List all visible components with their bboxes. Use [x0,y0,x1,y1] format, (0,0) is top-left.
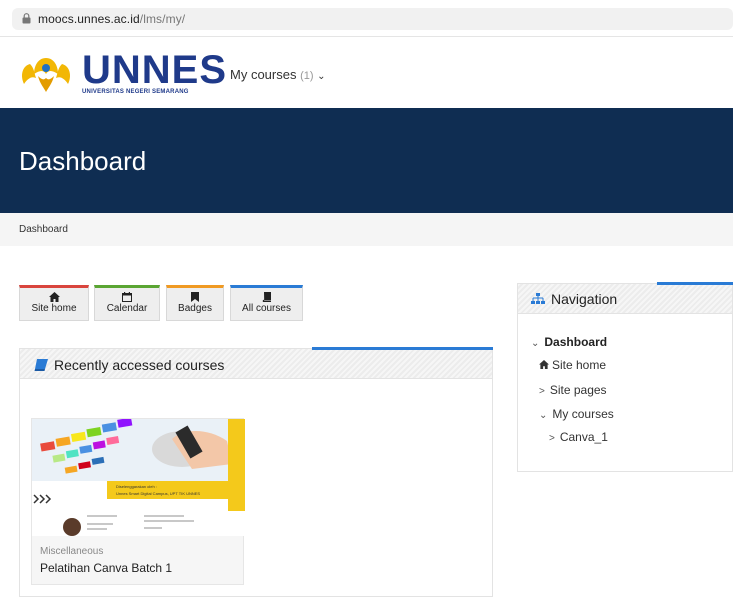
nav-item-canva-1[interactable]: > Canva_1 [549,430,608,444]
chevron-down-icon: ⌄ [539,410,548,421]
quicklink-label: Calendar [106,303,148,314]
chevron-down-icon: ⌄ [531,338,540,349]
quicklink-calendar[interactable]: Calendar [94,285,160,321]
nav-item-dashboard[interactable]: ⌄ Dashboard [531,335,607,349]
nav-item-label: Site pages [549,383,607,397]
unnes-logo[interactable]: UNNES UNIVERSITAS NEGERI SEMARANG [18,50,226,96]
chevron-right-icon: > [549,433,555,444]
book-icon [34,359,48,371]
quicklink-badges[interactable]: Badges [166,285,224,321]
course-card[interactable]: Diselenggarakan oleh : Unnes Smart Digit… [31,418,245,585]
chevron-down-icon: ⌄ [317,71,326,82]
bookmark-icon [191,292,199,302]
nav-item-site-pages[interactable]: > Site pages [539,383,607,397]
cover-caption-line1: Diselenggarakan oleh : [116,484,157,489]
my-courses-count: (1) [300,70,314,82]
breadcrumb[interactable]: Dashboard [19,224,68,235]
nav-item-my-courses[interactable]: ⌄ My courses [539,407,614,421]
navigation-title: Navigation [551,291,618,307]
browser-address-bar[interactable]: moocs.unnes.ac.id/lms/my/ [0,0,733,36]
quicklink-label: All courses [242,303,291,314]
nav-item-label: Dashboard [544,335,608,349]
recent-courses-title: Recently accessed courses [54,357,225,373]
logo-wordmark: UNNES [82,48,228,92]
breadcrumb-bar [0,213,733,246]
quicklink-site-home[interactable]: Site home [19,285,89,321]
unnes-emblem-icon [22,58,70,92]
home-icon [539,360,549,369]
home-icon [48,292,60,302]
nav-item-label: My courses [552,407,614,421]
quicklink-label: Site home [31,303,77,314]
url-path: /lms/my/ [139,12,186,26]
quicklink-all-courses[interactable]: All courses [230,285,303,321]
quicklink-label: Badges [178,303,212,314]
my-courses-label: My courses [230,67,297,82]
book-icon [262,292,271,302]
nav-item-site-home[interactable]: Site home [539,358,606,372]
logo-subtitle: UNIVERSITAS NEGERI SEMARANG [82,89,189,95]
my-courses-menu[interactable]: My courses (1) ⌄ [230,67,326,82]
course-category: Miscellaneous [40,546,104,557]
course-image[interactable]: Diselenggarakan oleh : Unnes Smart Digit… [32,419,245,536]
calendar-icon [122,292,132,302]
course-name-link[interactable]: Pelatihan Canva Batch 1 [40,561,172,575]
cover-caption-line2: Unnes Smart Digital Campus, UPT TIK UNNE… [116,491,200,496]
course-cover-graphic: Diselenggarakan oleh : Unnes Smart Digit… [32,419,245,536]
sitemap-icon [531,293,545,304]
url-text[interactable]: moocs.unnes.ac.id/lms/my/ [38,12,185,26]
header-accent [312,347,493,350]
url-host: moocs.unnes.ac.id [38,12,140,26]
header-accent [657,282,733,285]
lock-icon [22,13,31,24]
nav-item-label: Canva_1 [559,430,608,444]
page-title: Dashboard [19,146,147,176]
chevron-right-icon: > [539,386,545,397]
nav-item-label: Site home [552,358,607,372]
